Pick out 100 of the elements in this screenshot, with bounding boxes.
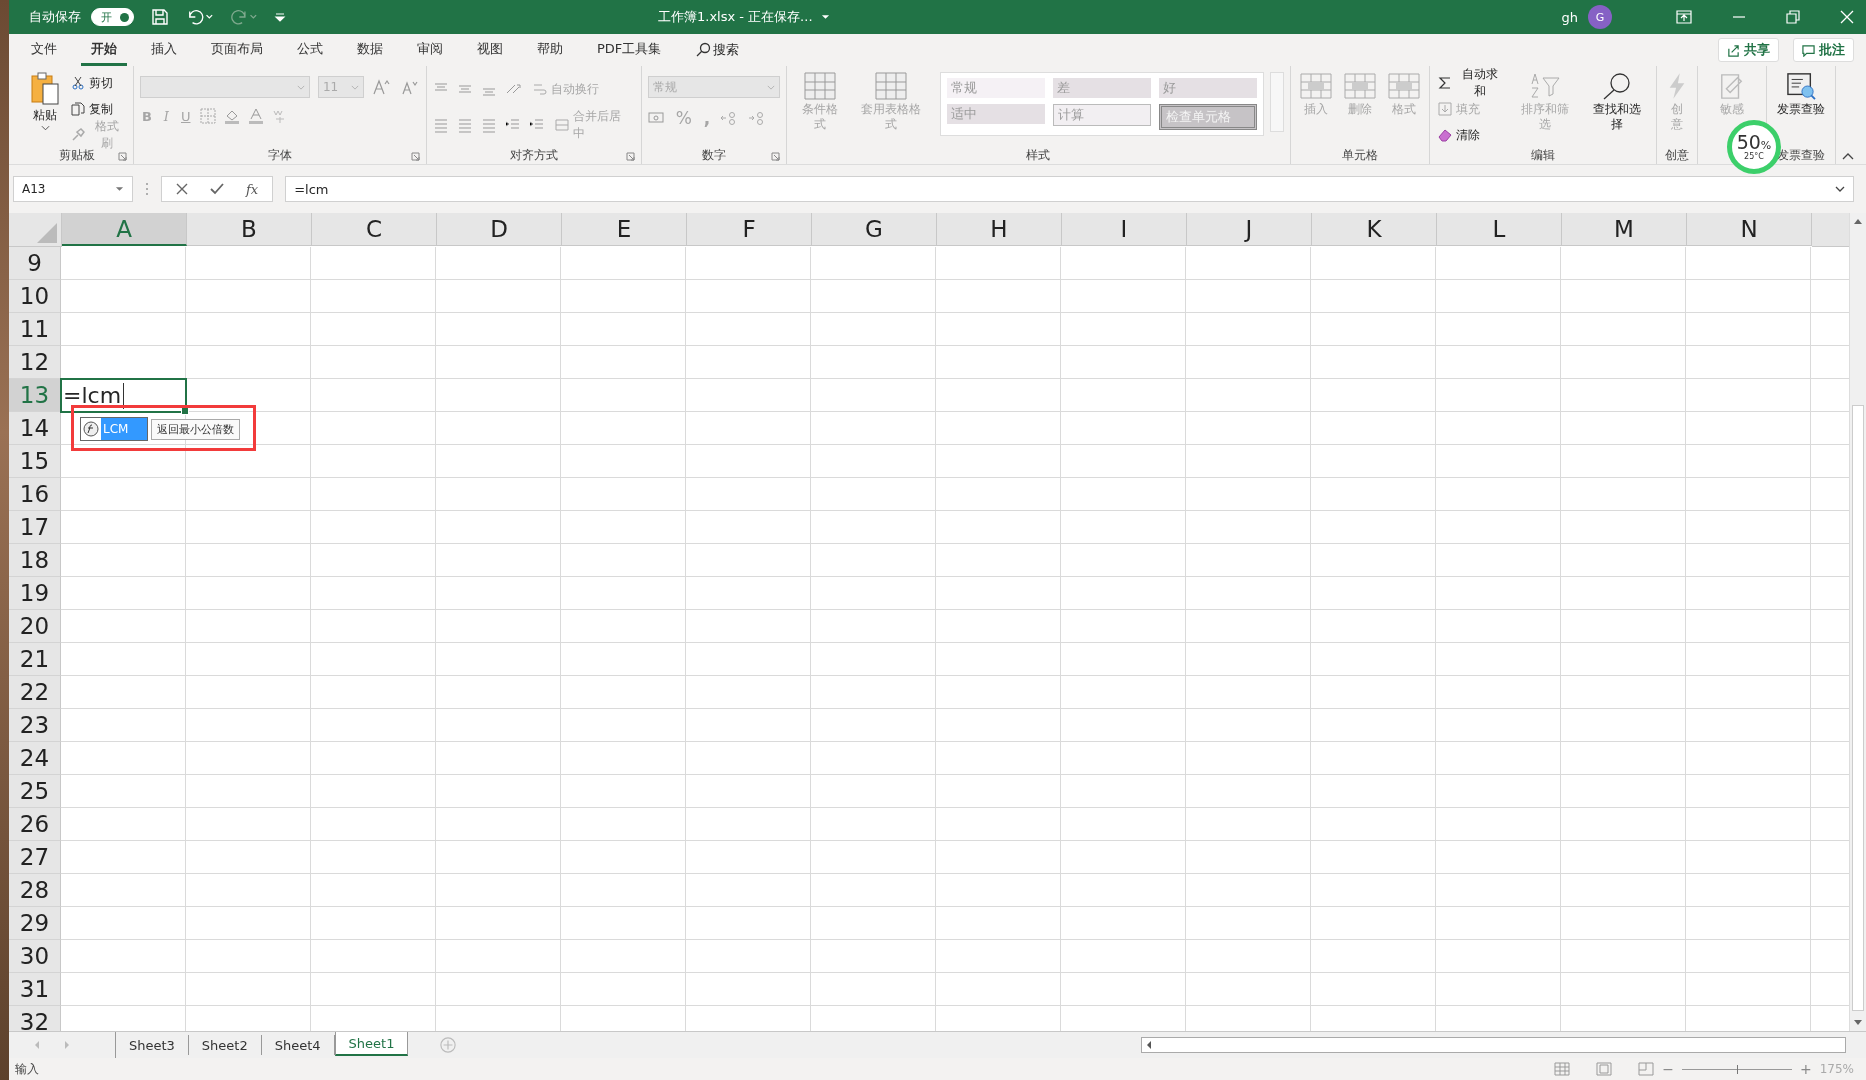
ribbon-tab[interactable]: 帮助 (527, 34, 573, 66)
select-all-corner[interactable] (9, 213, 62, 247)
previous-sheet-icon[interactable] (33, 1040, 41, 1050)
row-header[interactable]: 29 (9, 907, 61, 940)
redo-icon[interactable] (230, 7, 258, 27)
name-box[interactable]: A13 (13, 176, 133, 202)
scroll-down-icon[interactable] (1853, 1019, 1863, 1027)
insert-function-button[interactable]: fx (246, 181, 259, 197)
ribbon-tab[interactable]: 插入 (141, 34, 187, 66)
column-header[interactable]: K (1312, 213, 1437, 246)
autosave-toggle[interactable]: 开 (91, 8, 134, 26)
sheet-tab[interactable]: Sheet1 (334, 1032, 409, 1056)
next-sheet-icon[interactable] (63, 1040, 71, 1050)
vertical-scrollbar[interactable] (1849, 213, 1866, 1031)
avatar[interactable]: G (1588, 5, 1612, 29)
customize-icon[interactable] (274, 11, 286, 23)
formula-field[interactable]: =lcm (285, 176, 1854, 202)
row-header[interactable]: 23 (9, 709, 61, 742)
ribbon-tab[interactable]: 公式 (287, 34, 333, 66)
search-icon[interactable] (695, 42, 712, 58)
row-header[interactable]: 14 (9, 412, 61, 445)
share-button[interactable]: 共享 (1718, 38, 1779, 62)
search-label[interactable]: 搜索 (713, 41, 740, 59)
column-header[interactable]: N (1687, 213, 1812, 246)
undo-icon[interactable] (186, 7, 214, 27)
row-header[interactable]: 31 (9, 973, 61, 1006)
row-header[interactable]: 13 (9, 379, 61, 412)
shrink-font-icon[interactable] (399, 79, 420, 95)
row-header[interactable]: 30 (9, 940, 61, 973)
borders-icon[interactable] (200, 108, 217, 124)
row-header[interactable]: 21 (9, 643, 61, 676)
ribbon-button[interactable]: 复制 (69, 98, 127, 120)
font-color-icon[interactable] (248, 108, 265, 124)
column-header[interactable]: F (687, 213, 812, 246)
column-header[interactable]: H (937, 213, 1062, 246)
more-icon[interactable] (145, 182, 149, 196)
row-header[interactable]: 19 (9, 577, 61, 610)
column-header[interactable]: J (1187, 213, 1312, 246)
column-header[interactable]: I (1062, 213, 1187, 246)
ribbon-tab[interactable]: 页面布局 (201, 34, 273, 66)
ribbon-button[interactable]: 清除 (1436, 124, 1507, 146)
page-break-icon[interactable] (1638, 1062, 1655, 1076)
row-header[interactable]: 24 (9, 742, 61, 775)
row-header[interactable]: 12 (9, 346, 61, 379)
scroll-up-icon[interactable] (1853, 217, 1863, 225)
paste-button[interactable]: 粘贴 (27, 72, 63, 131)
row-header[interactable]: 25 (9, 775, 61, 808)
row-header[interactable]: 11 (9, 313, 61, 346)
row-header[interactable]: 20 (9, 610, 61, 643)
column-header[interactable]: E (562, 213, 687, 246)
restore-icon[interactable] (1786, 10, 1800, 24)
column-header[interactable]: B (187, 213, 312, 246)
row-header[interactable]: 16 (9, 478, 61, 511)
align-icon[interactable] (480, 117, 497, 133)
collapse-ribbon-icon[interactable] (1842, 152, 1854, 160)
column-header[interactable]: D (437, 213, 562, 246)
cancel-icon[interactable] (176, 183, 188, 195)
row-header[interactable]: 27 (9, 841, 61, 874)
column-header[interactable]: C (312, 213, 437, 246)
column-header[interactable]: A (62, 213, 187, 246)
ribbon-tab[interactable]: 开始 (81, 34, 127, 66)
dialog-launcher-icon[interactable] (770, 152, 780, 161)
ribbon-tab[interactable]: 文件 (21, 34, 67, 66)
ribbon-tab[interactable]: 视图 (467, 34, 513, 66)
active-cell[interactable]: =lcm (60, 378, 187, 413)
row-header[interactable]: 17 (9, 511, 61, 544)
dialog-launcher-icon[interactable] (625, 152, 635, 161)
sheet-tab[interactable]: Sheet4 (261, 1035, 335, 1055)
dialog-launcher-icon[interactable] (117, 152, 127, 161)
caret-icon[interactable] (820, 14, 830, 20)
scroll-left-icon[interactable] (1145, 1040, 1153, 1050)
dialog-launcher-icon[interactable] (410, 152, 420, 161)
column-header[interactable]: M (1562, 213, 1687, 246)
column-header[interactable]: G (812, 213, 937, 246)
row-header[interactable]: 10 (9, 280, 61, 313)
horizontal-scrollbar[interactable] (1141, 1037, 1846, 1053)
row-header[interactable]: 28 (9, 874, 61, 907)
row-header[interactable]: 22 (9, 676, 61, 709)
align-icon[interactable] (456, 117, 473, 133)
ribbon-button[interactable]: 发票查验 (1773, 72, 1829, 117)
ribbon-button[interactable]: 查找和选择 (1584, 72, 1650, 132)
close-icon[interactable] (1840, 10, 1854, 24)
font-name-field[interactable] (139, 76, 310, 98)
column-header[interactable]: L (1437, 213, 1562, 246)
row-header[interactable]: 9 (9, 247, 61, 280)
check-icon[interactable] (210, 183, 224, 195)
grow-font-icon[interactable] (371, 79, 392, 95)
ribbon-display-icon[interactable] (1676, 10, 1692, 24)
row-header[interactable]: 26 (9, 808, 61, 841)
ribbon-button[interactable]: 剪切 (69, 72, 127, 94)
paint-bucket-icon[interactable] (224, 108, 241, 124)
add-sheet-icon[interactable] (440, 1037, 457, 1053)
comments-button[interactable]: 批注 (1793, 38, 1854, 62)
gallery-scrollbar[interactable] (1270, 72, 1285, 132)
ribbon-tab[interactable]: 数据 (347, 34, 393, 66)
normal-view-icon[interactable] (1554, 1062, 1571, 1076)
page-layout-icon[interactable] (1596, 1062, 1613, 1076)
sheet-tab[interactable]: Sheet2 (188, 1035, 262, 1055)
align-icon[interactable] (432, 117, 449, 133)
ribbon-tab[interactable]: 审阅 (407, 34, 453, 66)
